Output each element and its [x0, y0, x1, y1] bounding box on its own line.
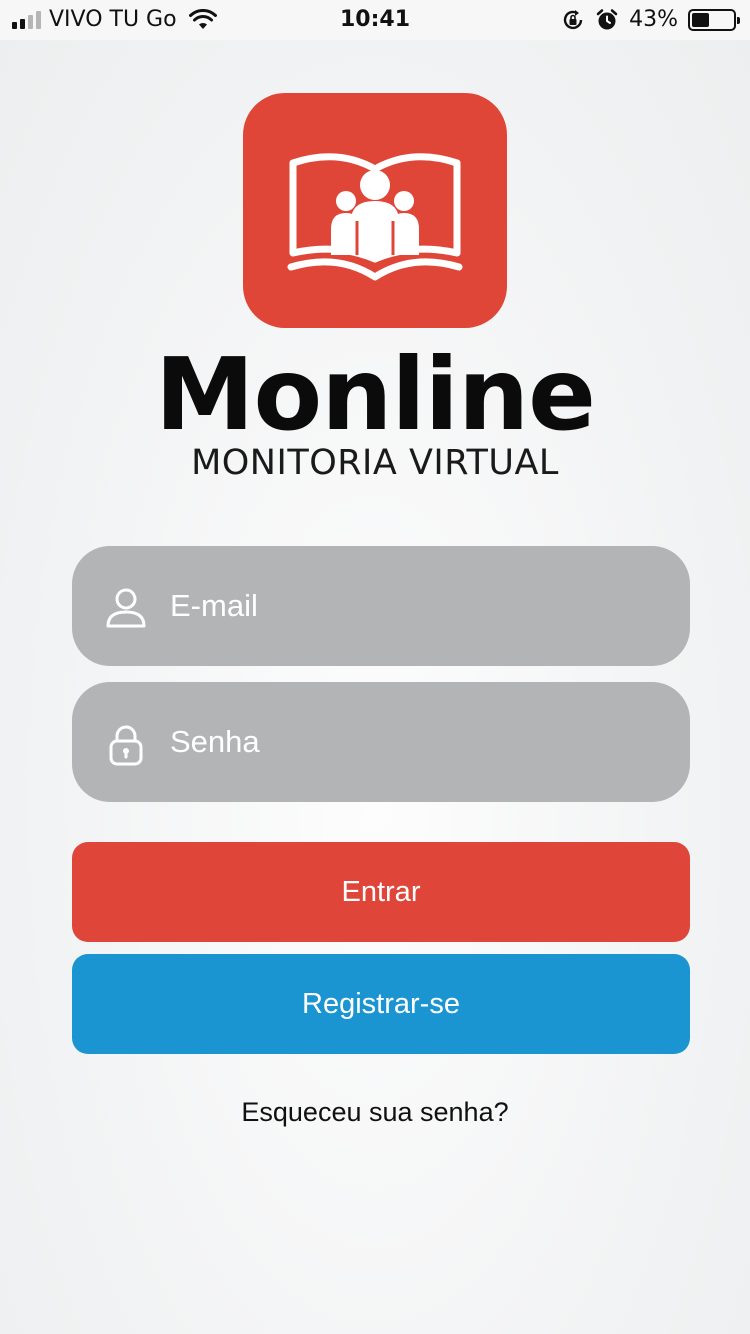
forgot-password-link[interactable]: Esqueceu sua senha?: [0, 1097, 750, 1128]
battery-level: [692, 12, 710, 27]
status-bar: VIVO TU Go 10:41 43%: [0, 0, 750, 40]
book-with-people-icon: [287, 153, 463, 281]
password-input[interactable]: [170, 682, 670, 802]
battery-percent: 43%: [629, 7, 678, 32]
status-right: 43%: [561, 7, 740, 32]
rotation-lock-icon: [563, 9, 583, 29]
password-field[interactable]: [72, 682, 690, 802]
battery-icon: [688, 8, 740, 31]
email-field[interactable]: [72, 546, 690, 666]
lock-icon: [109, 725, 143, 766]
status-left: VIVO TU Go: [12, 7, 217, 32]
carrier-name: VIVO TU Go: [49, 7, 177, 32]
app-logo: [243, 93, 507, 328]
signal-icon: [12, 10, 41, 29]
login-button[interactable]: Entrar: [72, 842, 690, 942]
user-icon: [106, 588, 146, 628]
brand-name: Monline: [155, 336, 596, 453]
register-button[interactable]: Registrar-se: [72, 954, 690, 1054]
email-input[interactable]: [170, 546, 670, 666]
alarm-icon: [596, 8, 618, 29]
brand-tagline: MONITORIA VIRTUAL: [191, 443, 559, 483]
wifi-icon: [188, 8, 217, 29]
